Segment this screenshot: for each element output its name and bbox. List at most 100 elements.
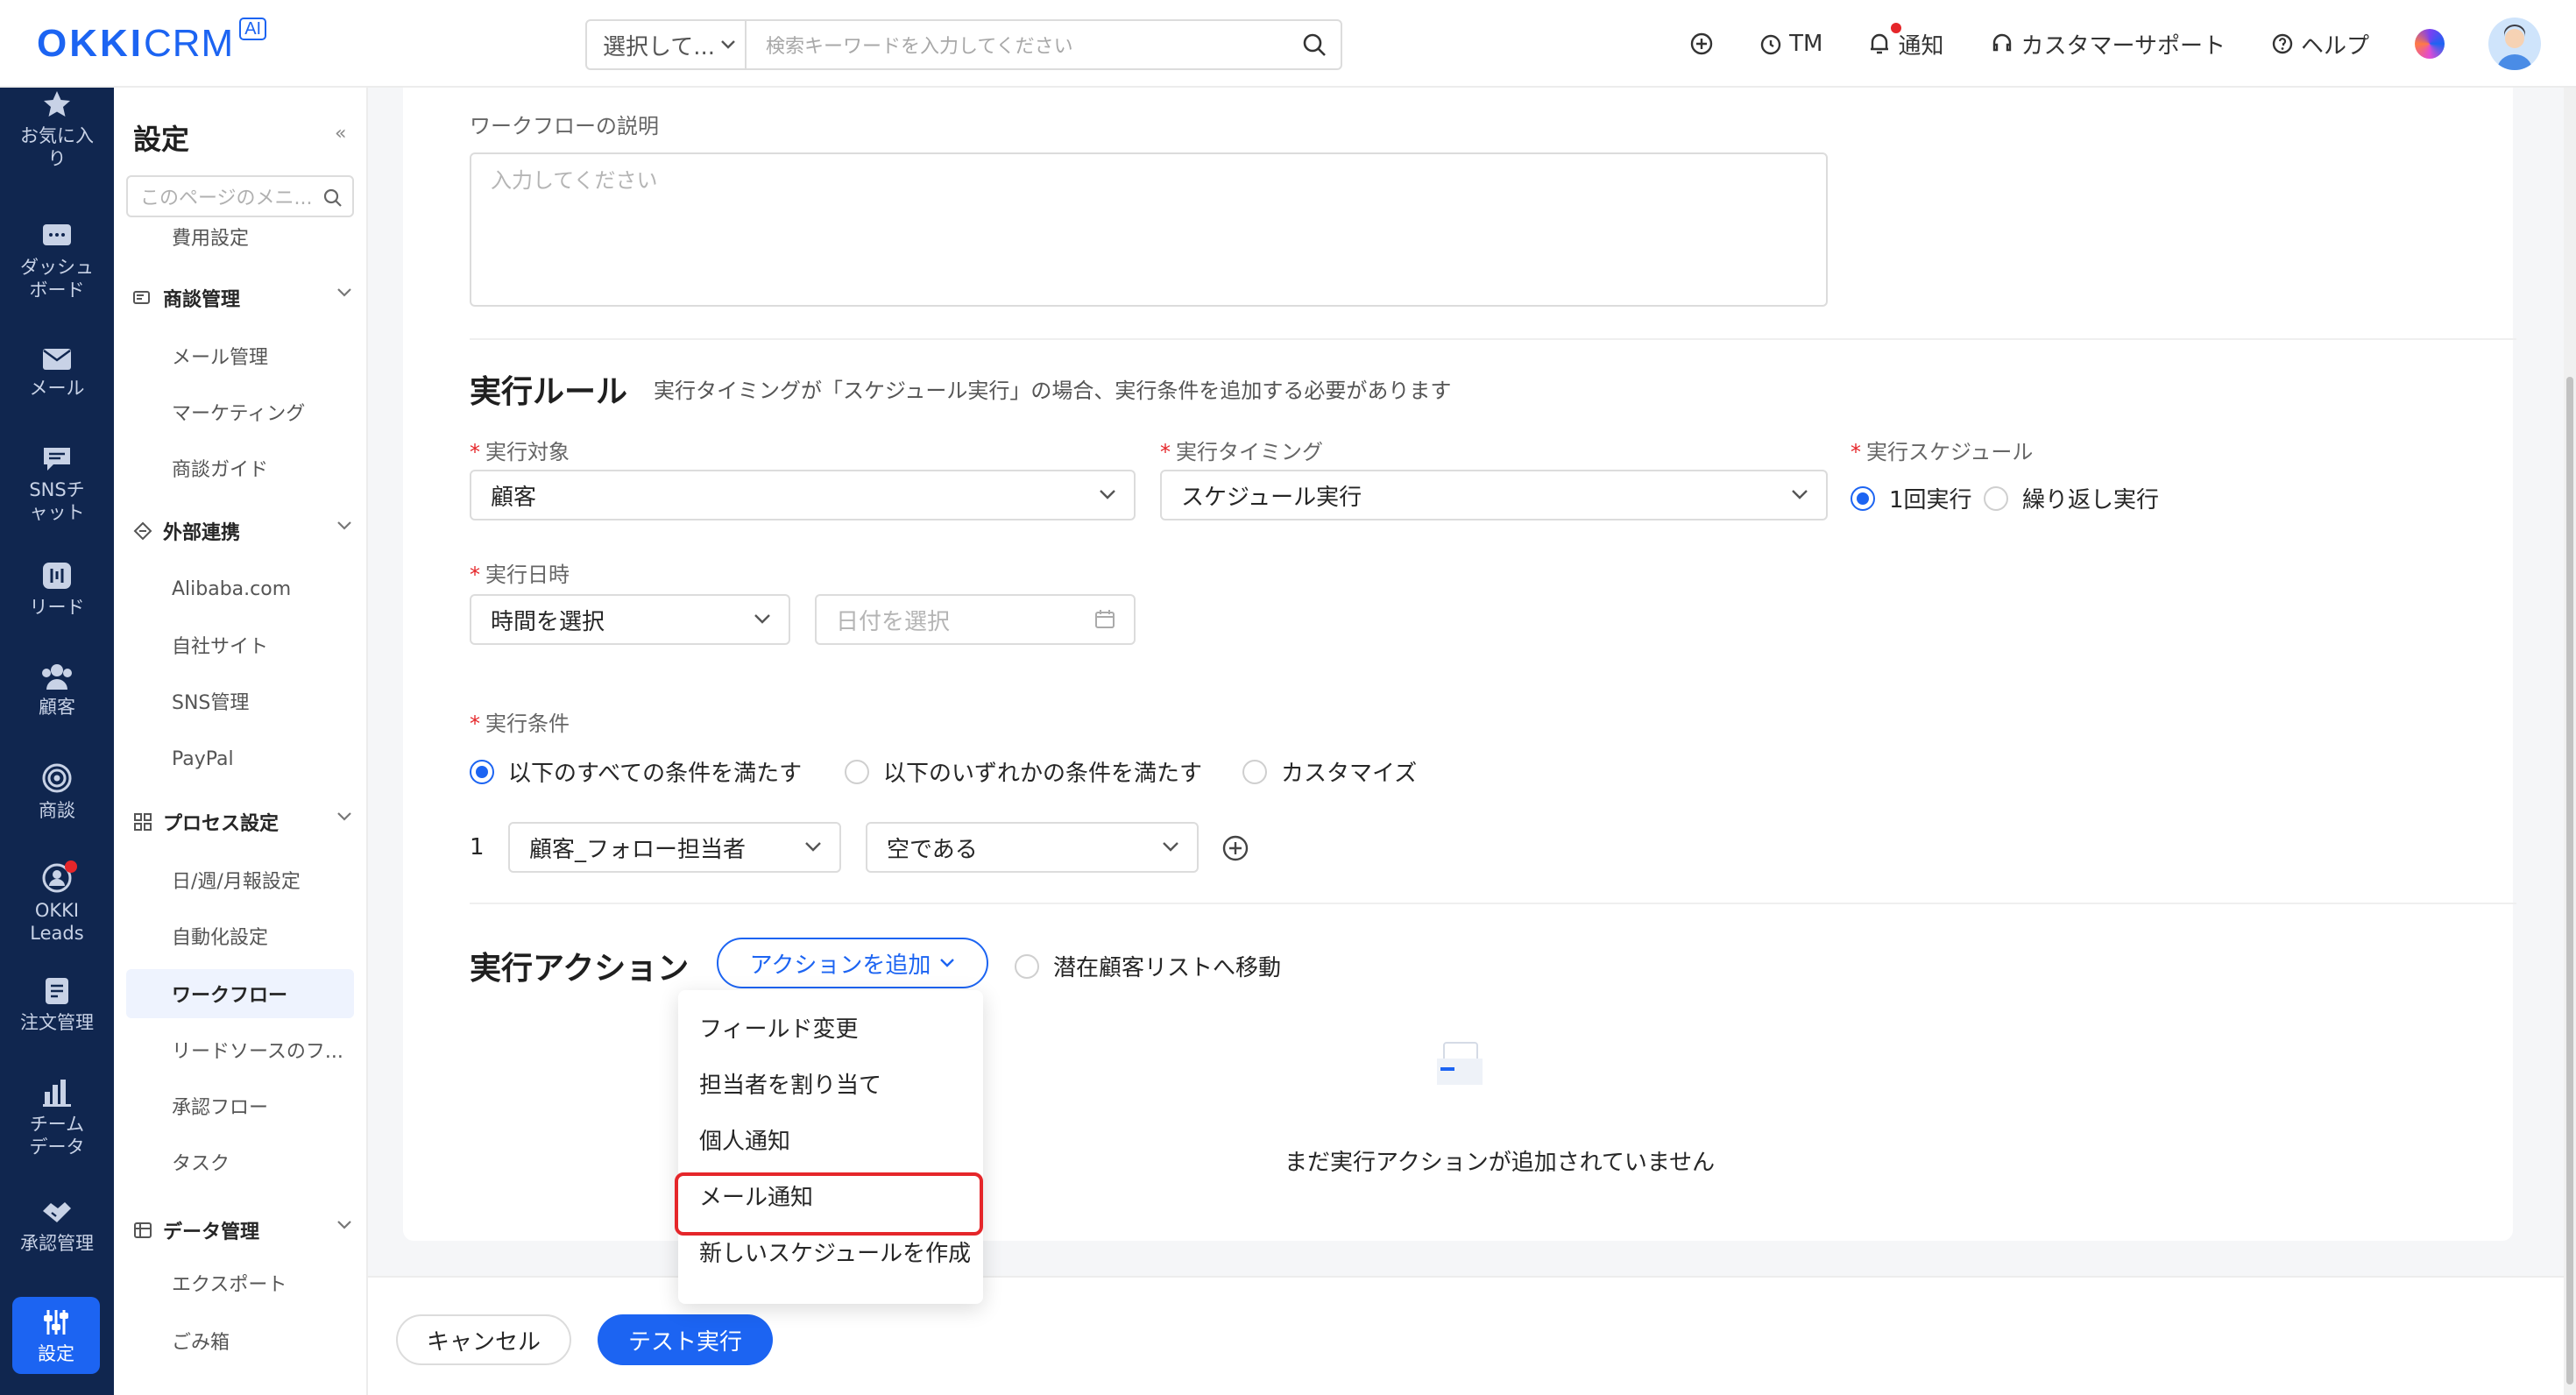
condition-operator-select[interactable]: 空である [866, 822, 1199, 873]
sidebar-item-reports[interactable]: 日/週/月報設定 [126, 855, 354, 904]
target-select[interactable]: 顧客 [470, 470, 1136, 520]
dropdown-item-field-change[interactable]: フィールド変更 [678, 999, 983, 1055]
sidebar-group-label: プロセス設定 [163, 813, 280, 835]
sidebar-item-approval-flow[interactable]: 承認フロー [126, 1081, 354, 1130]
condition-field-value: 顧客_フォロー担当者 [529, 836, 747, 863]
test-run-button[interactable]: テスト実行 [598, 1314, 773, 1365]
sidebar-item-trash[interactable]: ごみ箱 [126, 1316, 354, 1365]
chevron-down-icon [940, 959, 955, 967]
radio-unchecked[interactable] [1242, 759, 1267, 784]
cond-any-label: 以下のいずれかの条件を満たす [883, 761, 1203, 787]
nav-leads[interactable]: リード [0, 561, 114, 619]
sidebar-item-automation[interactable]: 自動化設定 [126, 911, 354, 960]
timing-select[interactable]: スケジュール実行 [1160, 470, 1828, 520]
tm-button[interactable]: TM [1759, 31, 1822, 57]
support-button[interactable]: カスタマーサポート [1990, 28, 2226, 60]
tm-label: TM [1789, 31, 1823, 57]
nav-team-data[interactable]: チームデータ [0, 1078, 114, 1158]
sidebar-item-workflow[interactable]: ワークフロー [126, 969, 354, 1018]
sidebar-group-process[interactable]: プロセス設定 [133, 808, 352, 836]
move-to-pool-checkbox[interactable]: 潜在顧客リストへ移動 [1015, 950, 1281, 982]
radio-checked[interactable] [470, 759, 494, 784]
okki-leads-dot [65, 860, 77, 873]
sidebar-item-sns[interactable]: SNS管理 [126, 676, 354, 726]
nav-deals[interactable]: 商談 [0, 762, 114, 822]
date-picker[interactable]: 日付を選択 [815, 594, 1136, 645]
sidebar-item-paypal[interactable]: PayPal [126, 734, 354, 783]
sidebar-group-data[interactable]: データ管理 [133, 1216, 352, 1244]
add-condition-icon[interactable] [1221, 834, 1249, 862]
avatar[interactable] [2488, 18, 2541, 70]
schedule-once-radio[interactable]: 1回実行 [1851, 482, 1972, 514]
nav-favorites[interactable]: お気に入り [0, 89, 114, 170]
nav-settings[interactable]: 設定 [12, 1297, 100, 1374]
cond-any-radio[interactable]: 以下のいずれかの条件を満たす [845, 755, 1202, 788]
dropdown-item-personal-notify[interactable]: 個人通知 [678, 1111, 983, 1167]
nav-label: リード [29, 597, 85, 618]
radio-checked[interactable] [1851, 485, 1875, 511]
sidebar-group-deals[interactable]: 商談管理 [133, 284, 352, 312]
search-icon[interactable] [1288, 32, 1341, 58]
radio-unchecked[interactable] [1015, 953, 1039, 979]
nav-label: お気に入り [20, 125, 94, 169]
search-scope-label: 選択して... [603, 33, 716, 60]
chat-icon [44, 448, 70, 471]
sidebar-item-mail-management[interactable]: メール管理 [126, 331, 354, 380]
schedule-repeat-radio[interactable]: 繰り返し実行 [1984, 482, 2159, 514]
cond-custom-label: カスタマイズ [1281, 761, 1418, 787]
app-logo[interactable]: OKKI CRM AI [37, 18, 267, 67]
nav-mail[interactable]: メール [0, 347, 114, 400]
sidebar-item-deal-guide[interactable]: 商談ガイド [126, 443, 354, 492]
cond-all-radio[interactable]: 以下のすべての条件を満たす [470, 755, 802, 788]
nav-approval[interactable]: 承認管理 [0, 1199, 114, 1255]
nav-orders[interactable]: 注文管理 [0, 976, 114, 1034]
timing-label-text: 実行タイミング [1176, 440, 1323, 464]
sidebar-item-tasks[interactable]: タスク [126, 1137, 354, 1186]
sidebar-item-cost-settings[interactable]: 費用設定 [126, 212, 354, 261]
calendar-icon [1095, 610, 1115, 628]
radio-unchecked[interactable] [1984, 485, 2008, 511]
sidebar-item-export[interactable]: エクスポート [126, 1258, 354, 1307]
condition-label: * 実行条件 [470, 706, 570, 737]
nav-dashboard[interactable]: ダッシュボード [0, 223, 114, 301]
nav-label: 注文管理 [20, 1012, 94, 1033]
time-select[interactable]: 時間を選択 [470, 594, 790, 645]
page-scrollbar[interactable] [2564, 88, 2576, 1395]
rules-hint: 実行タイミングが「スケジュール実行」の場合、実行条件を追加する必要があります [654, 379, 1452, 403]
search-scope-select[interactable]: 選択して... [587, 21, 747, 68]
required-mark: * [1851, 440, 1861, 464]
add-button[interactable] [1689, 32, 1714, 56]
sidebar-item-own-site[interactable]: 自社サイト [126, 620, 354, 669]
nav-customer[interactable]: 顧客 [0, 662, 114, 719]
add-action-label: アクションを追加 [749, 952, 931, 979]
help-button[interactable]: ヘルプ [2271, 28, 2369, 60]
nav-okki-leads[interactable]: OKKI Leads [0, 860, 114, 945]
sidebar-search-input[interactable]: このページのメニ... [126, 175, 354, 217]
cond-custom-radio[interactable]: カスタマイズ [1242, 755, 1417, 788]
schedule-repeat-label: 繰り返し実行 [2022, 487, 2160, 513]
sidebar-item-marketing[interactable]: マーケティング [126, 387, 354, 436]
cancel-button[interactable]: キャンセル [396, 1314, 571, 1365]
radio-unchecked[interactable] [845, 759, 869, 784]
sidebar-item-alibaba[interactable]: Alibaba.com [126, 564, 354, 613]
nav-label: 設定 [38, 1343, 74, 1364]
sidebar-item-lead-source[interactable]: リードソースのフ... [126, 1025, 354, 1074]
collapse-sidebar-button[interactable]: « [335, 123, 346, 145]
approval-icon [43, 1202, 71, 1222]
condition-field-select[interactable]: 顧客_フォロー担当者 [508, 822, 841, 873]
description-textarea[interactable]: 入力してください [470, 152, 1828, 307]
nav-label: SNSチャット [29, 479, 85, 523]
add-action-button[interactable]: アクションを追加 [717, 938, 988, 988]
notify-button[interactable]: 通知 [1868, 22, 1944, 60]
sidebar-group-integrations[interactable]: 外部連携 [133, 517, 352, 545]
search-input[interactable]: 検索キーワードを入力してください [747, 31, 1288, 59]
nav-sns-chat[interactable]: SNSチャット [0, 445, 114, 524]
chevron-down-icon [337, 521, 351, 530]
dropdown-item-assign-owner[interactable]: 担当者を割り当て [678, 1055, 983, 1111]
required-mark: * [470, 440, 480, 464]
ai-assistant-icon[interactable] [2415, 29, 2445, 59]
required-mark: * [470, 712, 480, 736]
move-to-pool-label: 潜在顧客リストへ移動 [1053, 955, 1282, 981]
logo-okki: OKKI [37, 22, 144, 65]
scrollbar-thumb[interactable] [2566, 377, 2573, 1384]
